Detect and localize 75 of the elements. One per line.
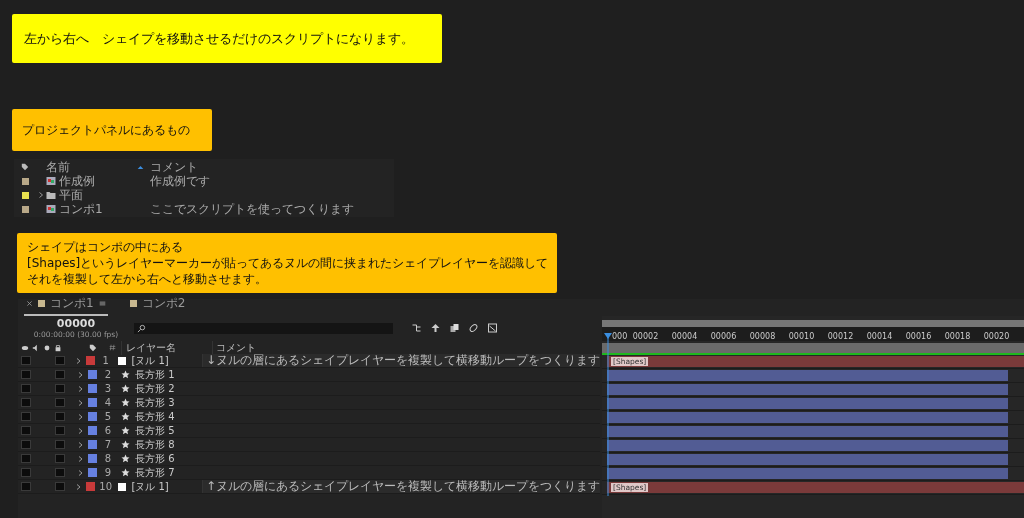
star-icon: [121, 426, 130, 435]
ruler-label: 00018: [943, 332, 972, 341]
composition-tab[interactable]: コンポ2: [127, 295, 188, 316]
note-line: それを複製して左から右へと移動させます。: [27, 271, 268, 287]
note-banner: 左から右へ シェイプを移動させるだけのスクリプトになります。: [12, 14, 442, 63]
composition-tab[interactable]: コンポ1: [24, 295, 108, 316]
layer-name[interactable]: 長方形 6: [135, 452, 175, 465]
project-item-comment: ここでスクリプトを使ってつくります: [150, 200, 354, 218]
layer-comment: ↓ヌルの層にあるシェイプレイヤーを複製して横移動ループをつくります: [201, 354, 600, 367]
star-icon: [121, 384, 130, 393]
composition-icon: [46, 176, 56, 186]
layer-name[interactable]: 長方形 2: [135, 382, 175, 395]
solo-icon: [43, 343, 51, 352]
note-banner: プロジェクトパネルにあるもの: [12, 109, 212, 151]
ruler-label: 00012: [826, 332, 855, 341]
current-time[interactable]: 00000: [56, 317, 96, 330]
ruler-label: 00008: [748, 332, 777, 341]
layer-name[interactable]: 長方形 5: [135, 424, 175, 437]
search-field[interactable]: [134, 322, 393, 334]
star-icon: [121, 398, 130, 407]
layer-name[interactable]: 長方形 8: [135, 438, 175, 451]
graph-editor-icon[interactable]: [487, 323, 498, 333]
layer-number: 7: [103, 438, 113, 451]
layer-number: 4: [103, 396, 113, 409]
layer-name[interactable]: 長方形 1: [135, 368, 175, 381]
layer-number: 6: [103, 424, 113, 437]
lock-icon: [54, 343, 62, 352]
ruler-label: 00014: [865, 332, 894, 341]
shy-layer-icon[interactable]: [430, 323, 441, 333]
menu-icon: [98, 300, 106, 307]
star-icon: [121, 440, 130, 449]
layer-name[interactable]: [ヌル 1]: [131, 354, 169, 367]
project-item-comment: 作成例です: [150, 173, 210, 190]
flowchart-icon[interactable]: [411, 323, 422, 333]
tag-icon: [21, 163, 29, 171]
folder-icon: [46, 190, 56, 200]
ruler-label: 000: [611, 332, 626, 341]
layer-number: 2: [103, 368, 113, 381]
note-line: [Shapes]というレイヤーマーカーが貼ってあるヌルの間に挟まれたシェイプレイヤーを認識して: [27, 255, 547, 271]
sort-arrow-icon: [136, 163, 145, 171]
layer-name[interactable]: [ヌル 1]: [131, 480, 169, 493]
star-icon: [121, 468, 130, 477]
ruler-label: 00020: [982, 332, 1011, 341]
layer-number: 9: [103, 466, 113, 479]
layer-number: 10: [98, 480, 113, 493]
ruler-label: 00006: [709, 332, 738, 341]
column-header[interactable]: コメント: [150, 158, 198, 176]
ruler-label: 00016: [904, 332, 933, 341]
tag-icon: [89, 343, 97, 352]
layer-name[interactable]: 長方形 3: [135, 396, 175, 409]
layer-comment: ↑ヌルの層にあるシェイプレイヤーを複製して横移動ループをつくります: [201, 480, 600, 493]
eye-icon: [21, 343, 29, 352]
layer-number: 3: [103, 382, 113, 395]
layer-number: 1: [101, 354, 110, 367]
layer-name[interactable]: 長方形 4: [135, 410, 175, 423]
null-layer-icon: [118, 482, 127, 491]
ruler-label: 00004: [670, 332, 699, 341]
note-line: シェイプはコンポの中にある: [27, 239, 184, 255]
layer-number: 5: [103, 410, 113, 423]
frame-blending-icon[interactable]: [449, 323, 460, 333]
time-ruler[interactable]: 000 00002 00004 00006 00008 00010 00012 00014 00016 00018 00020: [602, 320, 1024, 341]
star-icon: [121, 454, 130, 463]
motion-blur-icon[interactable]: [468, 323, 479, 333]
null-layer-icon: [118, 356, 127, 365]
layer-name[interactable]: 長方形 7: [135, 466, 175, 479]
speaker-icon: [32, 343, 40, 352]
layer-number: 8: [103, 452, 113, 465]
ruler-label: 00002: [631, 332, 660, 341]
hash-icon: [108, 344, 116, 351]
close-icon: [26, 300, 33, 307]
search-icon: [137, 323, 146, 333]
composition-icon: [46, 204, 56, 214]
star-icon: [121, 412, 130, 421]
star-icon: [121, 370, 130, 379]
ruler-label: 00010: [787, 332, 816, 341]
